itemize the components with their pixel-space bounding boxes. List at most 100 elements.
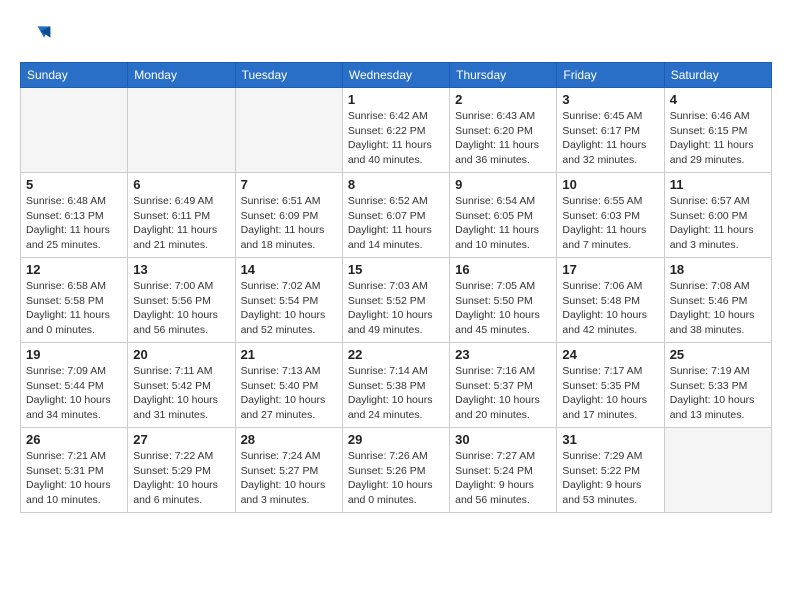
day-info: Sunrise: 6:52 AM Sunset: 6:07 PM Dayligh… [348, 194, 444, 253]
calendar-cell: 22 Sunrise: 7:14 AM Sunset: 5:38 PM Dayli… [342, 343, 449, 428]
header-sunday: Sunday [21, 63, 128, 88]
day-number: 10 [562, 177, 658, 192]
day-info: Sunrise: 7:22 AM Sunset: 5:29 PM Dayligh… [133, 449, 229, 508]
calendar-cell: 29 Sunrise: 7:26 AM Sunset: 5:26 PM Dayli… [342, 428, 449, 513]
calendar-cell: 5 Sunrise: 6:48 AM Sunset: 6:13 PM Daylig… [21, 173, 128, 258]
day-info: Sunrise: 6:48 AM Sunset: 6:13 PM Dayligh… [26, 194, 122, 253]
calendar-cell: 9Sunrise: 6:54 AM Sunset: 6:05 PM Daylig… [450, 173, 557, 258]
day-info: Sunrise: 6:42 AM Sunset: 6:22 PM Dayligh… [348, 109, 444, 168]
day-number: 23 [455, 347, 551, 362]
calendar-cell [235, 88, 342, 173]
calendar-cell: 10 Sunrise: 6:55 AM Sunset: 6:03 PM Dayli… [557, 173, 664, 258]
day-number: 15 [348, 262, 444, 277]
day-info: Sunrise: 7:19 AM Sunset: 5:33 PM Dayligh… [670, 364, 766, 423]
day-info: Sunrise: 7:26 AM Sunset: 5:26 PM Dayligh… [348, 449, 444, 508]
calendar-cell: 14 Sunrise: 7:02 AM Sunset: 5:54 PM Dayli… [235, 258, 342, 343]
day-number: 2 [455, 92, 551, 107]
header-friday: Friday [557, 63, 664, 88]
calendar-cell: 17Sunrise: 7:06 AM Sunset: 5:48 PM Dayli… [557, 258, 664, 343]
day-number: 1 [348, 92, 444, 107]
day-info: Sunrise: 7:16 AM Sunset: 5:37 PM Dayligh… [455, 364, 551, 423]
day-info: Sunrise: 6:46 AM Sunset: 6:15 PM Dayligh… [670, 109, 766, 168]
calendar-cell: 18 Sunrise: 7:08 AM Sunset: 5:46 PM Dayli… [664, 258, 771, 343]
day-info: Sunrise: 7:09 AM Sunset: 5:44 PM Dayligh… [26, 364, 122, 423]
calendar-table: SundayMondayTuesdayWednesdayThursdayFrid… [20, 62, 772, 513]
day-info: Sunrise: 7:29 AM Sunset: 5:22 PM Dayligh… [562, 449, 658, 508]
header-saturday: Saturday [664, 63, 771, 88]
day-number: 6 [133, 177, 229, 192]
day-number: 28 [241, 432, 337, 447]
calendar-cell: 4Sunrise: 6:46 AM Sunset: 6:15 PM Daylig… [664, 88, 771, 173]
day-number: 20 [133, 347, 229, 362]
calendar-week-3: 12Sunrise: 6:58 AM Sunset: 5:58 PM Dayli… [21, 258, 772, 343]
page-header [20, 20, 772, 52]
calendar-week-5: 26 Sunrise: 7:21 AM Sunset: 5:31 PM Dayli… [21, 428, 772, 513]
day-number: 8 [348, 177, 444, 192]
day-number: 29 [348, 432, 444, 447]
calendar-cell: 12Sunrise: 6:58 AM Sunset: 5:58 PM Dayli… [21, 258, 128, 343]
calendar-cell: 24Sunrise: 7:17 AM Sunset: 5:35 PM Dayli… [557, 343, 664, 428]
logo-icon [20, 20, 52, 52]
calendar-cell [664, 428, 771, 513]
day-info: Sunrise: 6:49 AM Sunset: 6:11 PM Dayligh… [133, 194, 229, 253]
day-number: 30 [455, 432, 551, 447]
calendar-cell: 25 Sunrise: 7:19 AM Sunset: 5:33 PM Dayli… [664, 343, 771, 428]
header-tuesday: Tuesday [235, 63, 342, 88]
day-info: Sunrise: 7:14 AM Sunset: 5:38 PM Dayligh… [348, 364, 444, 423]
day-number: 26 [26, 432, 122, 447]
calendar-cell: 30 Sunrise: 7:27 AM Sunset: 5:24 PM Dayli… [450, 428, 557, 513]
calendar-cell: 8 Sunrise: 6:52 AM Sunset: 6:07 PM Daylig… [342, 173, 449, 258]
day-info: Sunrise: 7:27 AM Sunset: 5:24 PM Dayligh… [455, 449, 551, 508]
day-number: 5 [26, 177, 122, 192]
day-number: 16 [455, 262, 551, 277]
day-number: 19 [26, 347, 122, 362]
day-info: Sunrise: 7:08 AM Sunset: 5:46 PM Dayligh… [670, 279, 766, 338]
day-number: 7 [241, 177, 337, 192]
calendar-cell: 31 Sunrise: 7:29 AM Sunset: 5:22 PM Dayli… [557, 428, 664, 513]
calendar-cell: 20Sunrise: 7:11 AM Sunset: 5:42 PM Dayli… [128, 343, 235, 428]
calendar-week-4: 19 Sunrise: 7:09 AM Sunset: 5:44 PM Dayli… [21, 343, 772, 428]
day-number: 25 [670, 347, 766, 362]
day-info: Sunrise: 7:21 AM Sunset: 5:31 PM Dayligh… [26, 449, 122, 508]
day-number: 18 [670, 262, 766, 277]
day-info: Sunrise: 7:03 AM Sunset: 5:52 PM Dayligh… [348, 279, 444, 338]
calendar-cell [21, 88, 128, 173]
day-info: Sunrise: 7:24 AM Sunset: 5:27 PM Dayligh… [241, 449, 337, 508]
calendar-cell: 15 Sunrise: 7:03 AM Sunset: 5:52 PM Dayli… [342, 258, 449, 343]
calendar-cell: 23 Sunrise: 7:16 AM Sunset: 5:37 PM Dayli… [450, 343, 557, 428]
day-info: Sunrise: 7:06 AM Sunset: 5:48 PM Dayligh… [562, 279, 658, 338]
day-info: Sunrise: 6:43 AM Sunset: 6:20 PM Dayligh… [455, 109, 551, 168]
day-info: Sunrise: 6:58 AM Sunset: 5:58 PM Dayligh… [26, 279, 122, 338]
day-number: 3 [562, 92, 658, 107]
calendar-cell: 16 Sunrise: 7:05 AM Sunset: 5:50 PM Dayli… [450, 258, 557, 343]
day-info: Sunrise: 7:00 AM Sunset: 5:56 PM Dayligh… [133, 279, 229, 338]
calendar-cell: 3 Sunrise: 6:45 AM Sunset: 6:17 PM Daylig… [557, 88, 664, 173]
logo [20, 20, 56, 52]
day-number: 22 [348, 347, 444, 362]
calendar-cell: 6 Sunrise: 6:49 AM Sunset: 6:11 PM Daylig… [128, 173, 235, 258]
calendar-header-row: SundayMondayTuesdayWednesdayThursdayFrid… [21, 63, 772, 88]
day-number: 14 [241, 262, 337, 277]
calendar-cell [128, 88, 235, 173]
day-info: Sunrise: 6:55 AM Sunset: 6:03 PM Dayligh… [562, 194, 658, 253]
header-monday: Monday [128, 63, 235, 88]
day-info: Sunrise: 7:02 AM Sunset: 5:54 PM Dayligh… [241, 279, 337, 338]
calendar-cell: 1 Sunrise: 6:42 AM Sunset: 6:22 PM Daylig… [342, 88, 449, 173]
header-thursday: Thursday [450, 63, 557, 88]
day-number: 21 [241, 347, 337, 362]
day-info: Sunrise: 6:57 AM Sunset: 6:00 PM Dayligh… [670, 194, 766, 253]
calendar-week-2: 5 Sunrise: 6:48 AM Sunset: 6:13 PM Daylig… [21, 173, 772, 258]
day-info: Sunrise: 7:05 AM Sunset: 5:50 PM Dayligh… [455, 279, 551, 338]
calendar-cell: 28 Sunrise: 7:24 AM Sunset: 5:27 PM Dayli… [235, 428, 342, 513]
day-info: Sunrise: 7:17 AM Sunset: 5:35 PM Dayligh… [562, 364, 658, 423]
calendar-cell: 19 Sunrise: 7:09 AM Sunset: 5:44 PM Dayli… [21, 343, 128, 428]
calendar-cell: 11Sunrise: 6:57 AM Sunset: 6:00 PM Dayli… [664, 173, 771, 258]
day-info: Sunrise: 6:45 AM Sunset: 6:17 PM Dayligh… [562, 109, 658, 168]
day-info: Sunrise: 6:54 AM Sunset: 6:05 PM Dayligh… [455, 194, 551, 253]
calendar-cell: 2 Sunrise: 6:43 AM Sunset: 6:20 PM Daylig… [450, 88, 557, 173]
calendar-cell: 13 Sunrise: 7:00 AM Sunset: 5:56 PM Dayli… [128, 258, 235, 343]
day-number: 13 [133, 262, 229, 277]
day-info: Sunrise: 7:13 AM Sunset: 5:40 PM Dayligh… [241, 364, 337, 423]
day-number: 31 [562, 432, 658, 447]
calendar-week-1: 1 Sunrise: 6:42 AM Sunset: 6:22 PM Daylig… [21, 88, 772, 173]
